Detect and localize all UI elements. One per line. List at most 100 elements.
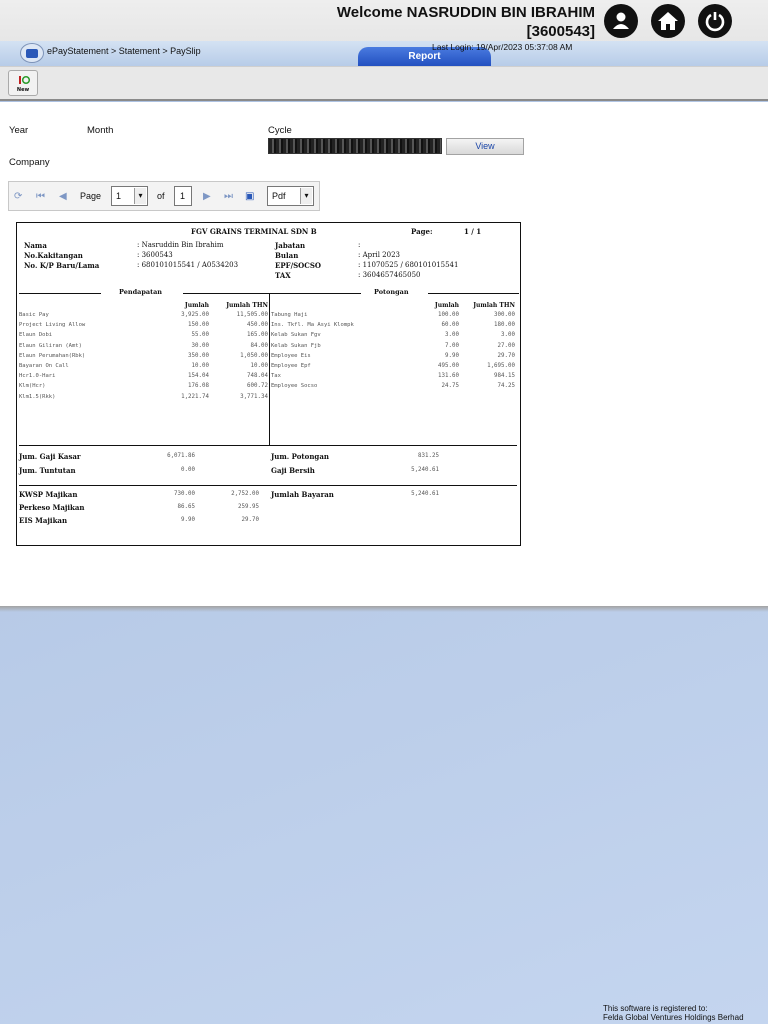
employer-contribution-amount: 86.65 — [177, 504, 195, 510]
earning-name: Klm1.5(Rkk) — [19, 393, 56, 400]
gaji-bersih-value: 5,240.61 — [411, 467, 439, 473]
earning-name: Bayaran On Call — [19, 363, 69, 369]
gaji-kasar-value: 6,071.86 — [167, 453, 195, 459]
page-number-value: 1 — [116, 191, 122, 201]
statement-icon[interactable] — [20, 43, 44, 63]
employer-contribution-ytd: 2,752.00 — [231, 491, 259, 497]
home-icon[interactable] — [651, 4, 685, 38]
earning-name: Elaun Perumahan(Rbk) — [19, 352, 86, 359]
earning-amount: 1,221.74 — [181, 393, 209, 400]
info-value: : 3600543 — [137, 251, 173, 259]
divider — [428, 293, 519, 294]
deductions-col-jumlah-thn: Jumlah THN — [473, 302, 515, 309]
jumlah-bayaran-label: Jumlah Bayaran — [271, 490, 334, 499]
gaji-bersih-label: Gaji Bersih — [271, 466, 315, 475]
divider — [19, 445, 517, 446]
registration-footer: This software is registered to: Felda Gl… — [603, 1004, 744, 1022]
page-indicator-label: Page: — [411, 227, 433, 236]
save-icon[interactable]: ▣ — [245, 191, 254, 202]
earning-name: Elaun Giliran (Amt) — [19, 342, 82, 349]
deduction-name: Employee Socso — [271, 383, 318, 390]
page-label: Page — [80, 191, 102, 201]
divider — [183, 293, 361, 294]
employer-contribution-name: EIS Majikan — [19, 516, 68, 525]
payslip-document: FGV GRAINS TERMINAL SDN B Page: 1 / 1 Na… — [16, 222, 521, 546]
deduction-name: Tax — [271, 373, 281, 380]
employer-contribution-name: KWSP Majikan — [19, 490, 78, 499]
deduction-ytd: 1,695.00 — [487, 363, 515, 369]
tuntutan-label: Jum. Tuntutan — [19, 466, 76, 475]
export-format-value: Pdf — [272, 191, 286, 201]
deduction-amount: 131.60 — [438, 373, 459, 380]
earning-name: Basic Pay — [19, 312, 49, 318]
info-label: No. K/P Baru/Lama — [24, 261, 100, 270]
info-value: : Nasruddin Bin Ibrahim — [137, 241, 224, 249]
deduction-ytd: 3.00 — [501, 332, 515, 339]
earning-amount: 10.00 — [191, 363, 209, 369]
last-page-icon[interactable]: ⏭ — [224, 191, 233, 202]
potongan-total-label: Jum. Potongan — [271, 452, 329, 461]
deduction-name: Kelab Sukan Fjb — [271, 342, 321, 349]
column-divider — [269, 293, 270, 445]
earning-ytd: 165.00 — [247, 332, 268, 339]
new-icon — [19, 75, 30, 85]
deductions-col-jumlah: Jumlah — [434, 302, 459, 309]
deduction-name: Tabung Haji — [271, 312, 308, 318]
first-page-icon[interactable]: ⏮ — [36, 191, 45, 202]
earning-amount: 30.00 — [191, 342, 209, 349]
deduction-ytd: 984.15 — [494, 373, 515, 380]
divider — [19, 293, 101, 294]
earning-amount: 55.00 — [191, 332, 209, 339]
export-format-select[interactable]: Pdf ▾ — [267, 186, 314, 206]
deduction-name: Employee Eis — [271, 352, 311, 359]
registration-line-2: Felda Global Ventures Holdings Berhad — [603, 1013, 744, 1022]
earning-ytd: 10.00 — [250, 363, 268, 369]
employer-contribution-ytd: 259.95 — [238, 504, 259, 510]
welcome-name: Welcome NASRUDDIN BIN IBRAHIM — [336, 4, 595, 21]
new-button-label: New — [16, 87, 30, 93]
month-label: Month — [87, 125, 114, 136]
welcome-text: Welcome NASRUDDIN BIN IBRAHIM [3600543] — [337, 3, 595, 41]
earning-amount: 350.00 — [188, 352, 209, 359]
earning-ytd: 84.00 — [250, 342, 268, 349]
info-label: Nama — [24, 241, 47, 250]
earning-name: Klm(Hcr) — [19, 383, 46, 390]
user-icon[interactable] — [604, 4, 638, 38]
total-pages: 1 — [174, 186, 192, 206]
power-icon[interactable] — [698, 4, 732, 38]
toolbar — [0, 66, 768, 101]
earning-amount: 3,925.00 — [181, 312, 209, 318]
refresh-icon[interactable]: ⟳ — [14, 191, 22, 202]
page-number-select[interactable]: 1 ▾ — [111, 186, 148, 206]
earning-ytd: 600.72 — [247, 383, 268, 390]
chevron-down-icon: ▾ — [300, 188, 312, 204]
deduction-ytd: 27.00 — [497, 342, 515, 349]
previous-page-icon[interactable]: ◀ — [59, 191, 67, 202]
view-button[interactable]: View — [446, 138, 524, 155]
deduction-amount: 3.00 — [445, 332, 459, 339]
earnings-col-jumlah: Jumlah — [184, 302, 209, 309]
last-login-text: Last Login: 19/Apr/2023 05:37:08 AM — [432, 42, 573, 52]
deduction-ytd: 29.70 — [497, 352, 515, 359]
breadcrumb[interactable]: ePayStatement > Statement > PaySlip — [47, 46, 201, 56]
earnings-col-jumlah-thn: Jumlah THN — [226, 302, 268, 309]
cycle-select[interactable] — [268, 138, 442, 154]
earning-ytd: 450.00 — [247, 322, 268, 329]
earning-amount: 176.08 — [188, 383, 209, 390]
deduction-ytd: 180.00 — [494, 322, 515, 329]
new-button[interactable]: New — [8, 70, 38, 96]
chevron-down-icon: ▾ — [134, 188, 146, 204]
page-indicator-value: 1 / 1 — [464, 227, 482, 236]
deduction-name: Employee Epf — [271, 363, 311, 369]
deduction-amount: 495.00 — [438, 363, 459, 369]
content-divider — [0, 606, 768, 612]
info-value: : April 2023 — [358, 251, 400, 259]
info-label: EPF/SOCSO — [275, 261, 322, 270]
gaji-kasar-label: Jum. Gaji Kasar — [19, 452, 81, 461]
deduction-name: Ins. Tkfl. Ma Asyi Klompk — [271, 322, 354, 329]
earning-ytd: 11,505.00 — [236, 312, 268, 318]
employer-contribution-name: Perkeso Majikan — [19, 503, 85, 512]
jumlah-bayaran-value: 5,240.61 — [411, 491, 439, 497]
next-page-icon[interactable]: ▶ — [203, 191, 211, 202]
divider — [19, 485, 517, 486]
